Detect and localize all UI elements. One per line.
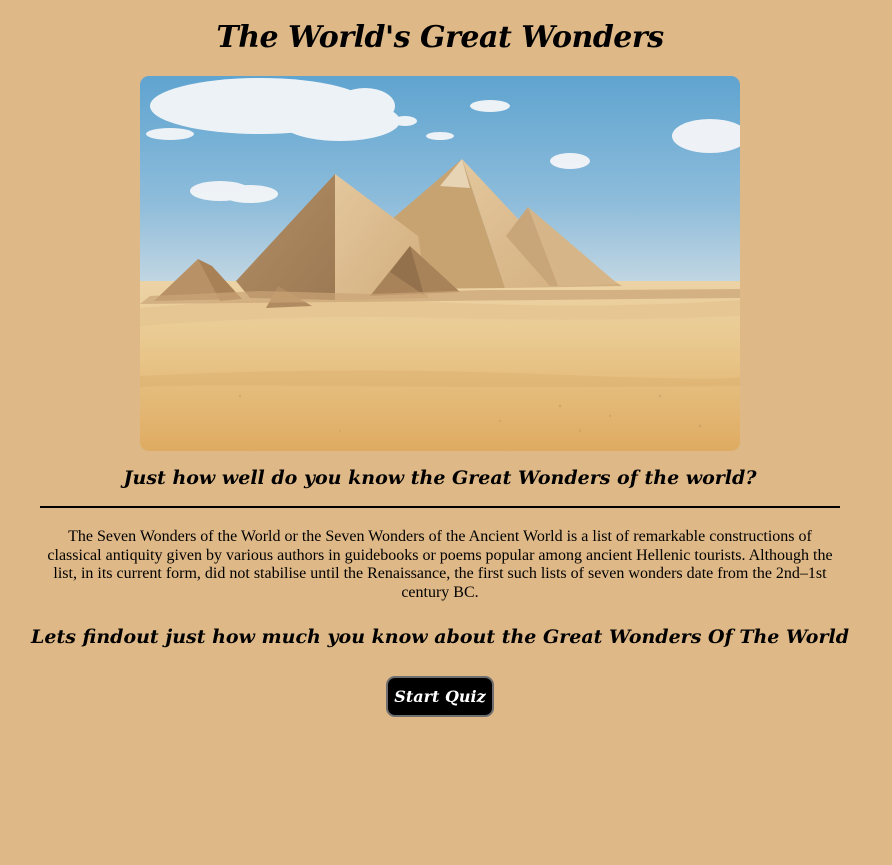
quiz-question-heading: Just how well do you know the Great Wond… xyxy=(123,467,757,489)
wonders-description: The Seven Wonders of the World or the Se… xyxy=(47,528,833,601)
quiz-landing-page: The World's Great Wonders Just how well … xyxy=(0,0,892,865)
page-title: The World's Great Wonders xyxy=(216,20,664,55)
start-quiz-button[interactable]: Start Quiz xyxy=(386,676,494,717)
pyramids-illustration xyxy=(140,76,740,451)
call-to-action-heading: Lets findout just how much you know abou… xyxy=(31,626,849,648)
hero-image xyxy=(140,76,740,451)
section-divider xyxy=(40,506,840,508)
